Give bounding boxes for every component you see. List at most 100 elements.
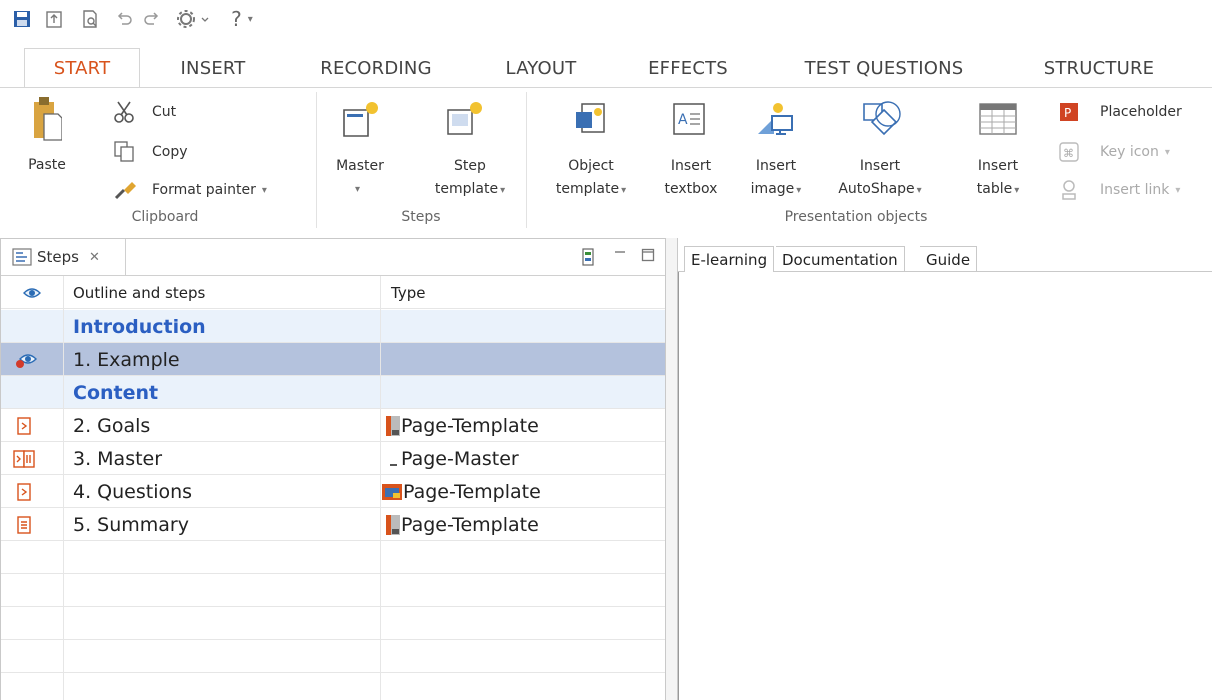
insert-textbox-label-line1: Insert [670, 158, 712, 174]
insert-image-label-line1: Insert [755, 158, 797, 174]
autoshape-icon [863, 101, 901, 136]
chevron-down-icon: ▾ [500, 185, 506, 196]
tab-insert[interactable]: INSERT [158, 48, 268, 88]
page-template-icon [382, 483, 402, 500]
powerpoint-icon: P [1060, 103, 1078, 121]
step-page-icon [17, 409, 31, 442]
tab-e-learning[interactable]: E-learning [684, 246, 775, 272]
steps-panel-title: Steps [37, 248, 79, 266]
steps-outline-icon [12, 248, 32, 266]
step-row-selected[interactable]: 1. Example [1, 343, 665, 376]
presentation-objects-group-label: Presentation objects [784, 209, 928, 225]
upload-icon[interactable] [42, 6, 66, 32]
key-icon-button[interactable]: ⌘ Key icon ▾ [1058, 138, 1170, 166]
table-icon [979, 103, 1017, 135]
tab-effects[interactable]: EFFECTS [632, 48, 744, 88]
cut-button[interactable]: Cut [112, 98, 176, 126]
group-separator [526, 92, 527, 228]
preview-document-icon[interactable] [78, 6, 102, 32]
type-cell: Page-Template [385, 409, 539, 442]
step-row[interactable]: 2. Goals Page-Template [1, 409, 665, 442]
step-row[interactable]: 3. Master Page-Master [1, 442, 665, 475]
minimize-icon[interactable] [613, 247, 627, 266]
insert-autoshape-button[interactable]: Insert AutoShape ▾ [824, 100, 936, 204]
outline-column-header[interactable]: Outline and steps [73, 276, 373, 309]
undo-icon[interactable] [112, 6, 136, 32]
chevron-down-icon: ▾ [1014, 185, 1020, 196]
empty-row [1, 541, 665, 574]
insert-autoshape-label-line1: Insert [859, 158, 901, 174]
page-master-icon [386, 448, 400, 469]
insert-autoshape-label-line2: AutoShape ▾ [838, 181, 922, 197]
insert-link-button[interactable]: Insert link ▾ [1058, 176, 1180, 204]
type-cell: Page-Template [385, 508, 539, 541]
steps-panel: Steps ✕ Outline and steps Type Introduct… [0, 238, 666, 700]
empty-row [1, 574, 665, 607]
chevron-down-icon: ▾ [247, 13, 253, 25]
tab-layout[interactable]: LAYOUT [486, 48, 596, 88]
insert-image-button[interactable]: Insert image ▾ [738, 100, 814, 204]
tab-guide[interactable]: Guide [920, 246, 978, 272]
image-icon [758, 103, 793, 135]
close-icon[interactable]: ✕ [89, 250, 100, 265]
tab-structure[interactable]: STRUCTURE [1020, 48, 1178, 88]
eye-recording-icon [15, 343, 45, 376]
page-template-icon [386, 415, 400, 436]
tab-test-questions[interactable]: TEST QUESTIONS [778, 48, 990, 88]
steps-view-tab[interactable]: Steps ✕ [1, 239, 126, 275]
command-key-icon: ⌘ [1059, 142, 1079, 162]
ribbon-tabs: START INSERT RECORDING LAYOUT EFFECTS TE… [0, 38, 1212, 88]
placeholder-button[interactable]: P Placeholder [1058, 98, 1182, 126]
empty-row [1, 607, 665, 640]
column-divider [63, 276, 64, 700]
object-template-icon [576, 103, 605, 133]
scissors-icon [114, 101, 134, 123]
step-row[interactable]: 4. Questions Page-Template [1, 475, 665, 508]
chapter-label: Content [73, 381, 159, 404]
insert-image-label-line2: image ▾ [750, 181, 802, 197]
cut-label: Cut [152, 104, 177, 120]
type-cell: Page-Template [381, 475, 541, 508]
format-painter-label: Format painter [152, 182, 256, 198]
paste-button[interactable]: Paste [18, 94, 76, 194]
chapter-row[interactable]: Content [1, 376, 665, 409]
chevron-down-icon: ▾ [261, 184, 267, 196]
insert-textbox-button[interactable]: A Insert textbox [654, 100, 728, 204]
format-painter-button[interactable]: Format painter ▾ [112, 176, 267, 204]
chevron-down-icon: ▾ [796, 185, 802, 196]
chapter-row[interactable]: Introduction [1, 310, 665, 343]
copy-label: Copy [152, 144, 188, 160]
type-label: Page-Template [403, 480, 541, 503]
key-icon-label: Key icon [1100, 144, 1159, 160]
svg-text:⌘: ⌘ [1063, 147, 1074, 160]
type-column-header[interactable]: Type [391, 276, 651, 309]
save-icon[interactable] [10, 6, 34, 32]
panel-splitter[interactable] [666, 238, 678, 700]
redo-icon[interactable] [140, 6, 164, 32]
chevron-down-icon: ▾ [1164, 146, 1170, 158]
settings-gear-icon[interactable] [172, 6, 216, 32]
copy-button[interactable]: Copy [112, 138, 188, 166]
insert-table-label-line2: table ▾ [976, 181, 1020, 197]
column-divider [380, 276, 381, 700]
master-button[interactable]: Master ▾ [328, 100, 392, 204]
step-template-button[interactable]: Step template ▾ [430, 100, 510, 204]
preview-canvas[interactable] [678, 272, 1212, 700]
preview-panel: E-learning Documentation Guide [678, 238, 1212, 700]
eye-icon [23, 287, 41, 298]
type-cell: Page-Master [385, 442, 519, 475]
visibility-column-header[interactable] [1, 276, 63, 309]
tab-start[interactable]: START [24, 48, 140, 88]
tab-recording[interactable]: RECORDING [300, 48, 452, 88]
help-menu[interactable]: ? ▾ [222, 6, 262, 32]
object-template-button[interactable]: Object template ▾ [546, 100, 636, 204]
chevron-down-icon: ▾ [355, 184, 361, 195]
tab-documentation[interactable]: Documentation [776, 246, 905, 272]
step-row[interactable]: 5. Summary Page-Template [1, 508, 665, 541]
insert-table-button[interactable]: Insert table ▾ [960, 100, 1036, 204]
maximize-icon[interactable] [641, 247, 655, 266]
steps-group-label: Steps [401, 209, 441, 225]
panel-menu-icon[interactable] [581, 247, 595, 271]
step-template-label-line1: Step [454, 158, 486, 174]
svg-text:P: P [1064, 106, 1071, 120]
